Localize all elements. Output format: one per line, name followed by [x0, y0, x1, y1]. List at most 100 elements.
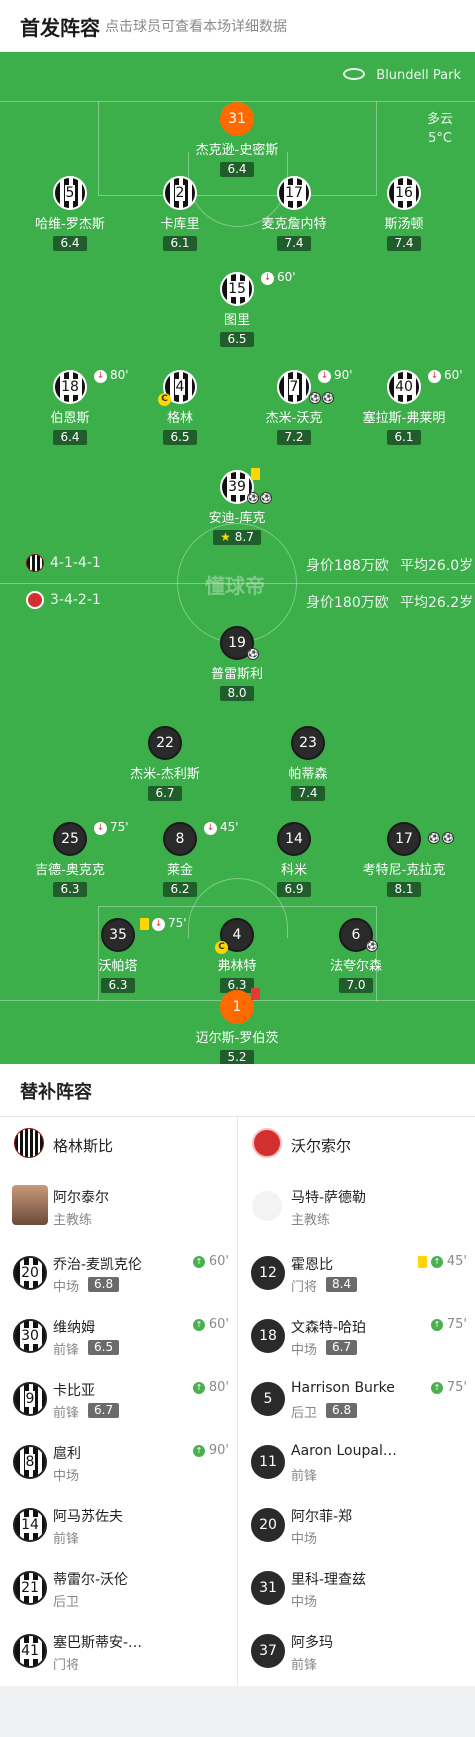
- player-rating: 8.1: [387, 882, 421, 897]
- sub-rating: 6.8: [326, 1403, 358, 1418]
- player-home-gk[interactable]: 31 杰克逊-史密斯 6.4: [177, 102, 297, 177]
- player-away-def1[interactable]: 35 ↓ 75' 沃帕塔 6.3: [58, 916, 187, 993]
- substitutes-section: 替补阵容 格林斯比 沃尔索尔 阿尔泰尔 主教练 马特-萨德勒 主教练 20 乔治…: [0, 1064, 475, 1686]
- player-away-mid1[interactable]: 25 ↓ 75' 吉德-奥克克 6.3: [10, 820, 130, 897]
- player-home-def2[interactable]: 2 卡库里 6.1: [120, 176, 240, 251]
- sub-out-icon: ↓: [204, 822, 217, 835]
- sub-position: 门将: [53, 1658, 80, 1673]
- sub-home-7[interactable]: 41 塞巴斯蒂安-… 门将: [0, 1620, 237, 1683]
- sub-number: 37: [251, 1634, 285, 1668]
- red-card-icon: [251, 988, 260, 1000]
- player-number: 2: [163, 176, 197, 210]
- player-home-mid2[interactable]: 4 C 格林 6.5: [120, 370, 240, 445]
- sub-number: 31: [251, 1571, 285, 1605]
- sub-home-1[interactable]: 20 乔治-麦凯克伦 中场 6.8 ↑ 60': [0, 1242, 237, 1305]
- sub-minute: 75': [446, 1317, 467, 1332]
- away-formation: 3-4-2-1: [50, 592, 101, 608]
- player-away-mid2[interactable]: 8 ↓ 45' 莱金 6.2: [120, 820, 240, 897]
- weather: 多云 5°C: [427, 110, 453, 148]
- sub-name: 阿多玛: [291, 1635, 333, 1651]
- sub-in-icon: ↑: [193, 1445, 205, 1457]
- coach-avatar: [12, 1185, 48, 1225]
- sub-away-5[interactable]: 20 阿尔菲-郑 中场: [238, 1494, 475, 1557]
- player-rating: 6.2: [163, 882, 197, 897]
- player-home-def3[interactable]: 17 麦克詹内特 7.4: [234, 176, 354, 251]
- sub-position: 前锋: [291, 1469, 318, 1484]
- player-number: 25: [53, 822, 87, 856]
- player-away-mid3[interactable]: 14 科米 6.9: [234, 822, 354, 897]
- player-rating: 6.1: [387, 430, 421, 445]
- player-name: 图里: [223, 313, 250, 328]
- player-number: 35: [101, 918, 135, 952]
- sub-home-6[interactable]: 21 蒂雷尔-沃伦 后卫: [0, 1557, 237, 1620]
- player-away-def2[interactable]: 4 C 弗林特 6.3: [177, 918, 297, 993]
- player-away-am2[interactable]: 23 帕蒂森 7.4: [248, 726, 368, 801]
- player-name: 莱金: [166, 863, 193, 878]
- player-home-st[interactable]: 39 ⚽ ⚽ 安迪-库克 ★ 8.7: [177, 468, 297, 545]
- player-away-mid4[interactable]: 17 ⚽ ⚽ 考特尼-克拉克 8.1: [344, 822, 464, 897]
- player-home-mid3[interactable]: 7 ↓ 90' ⚽ ⚽ 杰米-沃克 7.2: [234, 368, 354, 445]
- sub-number: 18: [251, 1319, 285, 1353]
- away-age: 平均26.2岁: [400, 595, 474, 611]
- sub-minute: 75': [446, 1380, 467, 1395]
- player-away-st[interactable]: 19 ⚽ 普雷斯利 8.0: [177, 626, 297, 701]
- player-rating: 6.1: [163, 236, 197, 251]
- sub-name: 蒂雷尔-沃伦: [53, 1572, 129, 1588]
- sub-rating: 6.8: [88, 1277, 120, 1292]
- sub-name: 里科-理查兹: [291, 1572, 367, 1588]
- player-rating: 5.2: [220, 1050, 254, 1064]
- player-away-am1[interactable]: 22 杰米-杰利斯 6.7: [105, 726, 225, 801]
- player-home-dm[interactable]: 15 ↓ 60' 图里 6.5: [177, 270, 297, 347]
- player-rating: 6.4: [53, 236, 87, 251]
- sub-away-4[interactable]: 11 Aaron Loupal… 前锋: [238, 1431, 475, 1494]
- player-home-def1[interactable]: 5 哈维-罗杰斯 6.4: [10, 176, 130, 251]
- away-coach-row[interactable]: 马特-萨德勒 主教练: [238, 1179, 475, 1242]
- sub-number: 9: [13, 1382, 47, 1416]
- sub-out-icon: ↓: [94, 822, 107, 835]
- sub-away-1[interactable]: 12 霍恩比 门将 8.4 ↑ 45': [238, 1242, 475, 1305]
- sub-rating: 8.4: [326, 1277, 358, 1292]
- sub-home-4[interactable]: 8 扈利 中场 ↑ 90': [0, 1431, 237, 1494]
- coach-role: 主教练: [53, 1213, 93, 1228]
- sub-home-5[interactable]: 14 阿马苏佐夫 前锋: [0, 1494, 237, 1557]
- sub-out-icon: ↓: [152, 918, 165, 931]
- sub-out-icon: ↓: [94, 370, 107, 383]
- player-away-def3[interactable]: 6 ⚽ 法夸尔森 7.0: [296, 918, 416, 993]
- player-rating: 6.3: [101, 978, 135, 993]
- player-name: 哈维-罗杰斯: [35, 217, 105, 232]
- sub-away-7[interactable]: 37 阿多玛 前锋: [238, 1620, 475, 1683]
- sub-in-icon: ↑: [431, 1319, 443, 1331]
- sub-name: 维纳姆: [53, 1320, 95, 1336]
- sub-home-3[interactable]: 9 卡比亚 前锋 6.7 ↑ 80': [0, 1368, 237, 1431]
- player-number: 16: [387, 176, 421, 210]
- sub-position: 前锋: [53, 1406, 80, 1421]
- sub-position: 中场: [291, 1532, 318, 1547]
- sub-away-6[interactable]: 31 里科-理查兹 中场: [238, 1557, 475, 1620]
- sub-name: 乔治-麦凯克伦: [53, 1257, 143, 1273]
- yellow-card-icon: [418, 1256, 427, 1268]
- player-name: 科米: [280, 863, 307, 878]
- away-team-row[interactable]: 沃尔索尔: [238, 1116, 475, 1179]
- home-crest-icon: [14, 1128, 44, 1158]
- sub-out-icon: ↓: [428, 370, 441, 383]
- sub-away-3[interactable]: 5 Harrison Burke 后卫 6.8 ↑ 75': [238, 1368, 475, 1431]
- player-name: 法夸尔森: [329, 959, 382, 974]
- sub-position: 中场: [291, 1343, 318, 1358]
- sub-away-2[interactable]: 18 文森特-哈珀 中场 6.7 ↑ 75': [238, 1305, 475, 1368]
- venue-name: Blundell Park: [376, 68, 461, 83]
- player-home-def4[interactable]: 16 斯汤顿 7.4: [344, 176, 464, 251]
- player-home-mid1[interactable]: 18 ↓ 80' 伯恩斯 6.4: [10, 368, 130, 445]
- sub-number: 5: [251, 1382, 285, 1416]
- coach-name: 马特-萨德勒: [291, 1190, 367, 1206]
- player-away-gk[interactable]: 1 迈尔斯-罗伯茨 5.2: [177, 988, 297, 1064]
- sub-home-2[interactable]: 30 维纳姆 前锋 6.5 ↑ 60': [0, 1305, 237, 1368]
- player-number: 17: [387, 822, 421, 856]
- player-number: 8: [163, 822, 197, 856]
- home-coach-row[interactable]: 阿尔泰尔 主教练: [0, 1179, 237, 1242]
- yellow-card-icon: [140, 918, 149, 930]
- pitch: Blundell Park 多云 5°C 懂球帝 4-1-4-1 身价188万欧…: [0, 52, 475, 1064]
- home-team-row[interactable]: 格林斯比: [0, 1116, 237, 1179]
- lineup-header: 首发阵容 点击球员可查看本场详细数据: [0, 0, 475, 52]
- player-home-mid4[interactable]: 40 ↓ 60' 塞拉斯-弗莱明 6.1: [344, 368, 464, 445]
- sub-name: 塞巴斯蒂安-…: [53, 1635, 143, 1651]
